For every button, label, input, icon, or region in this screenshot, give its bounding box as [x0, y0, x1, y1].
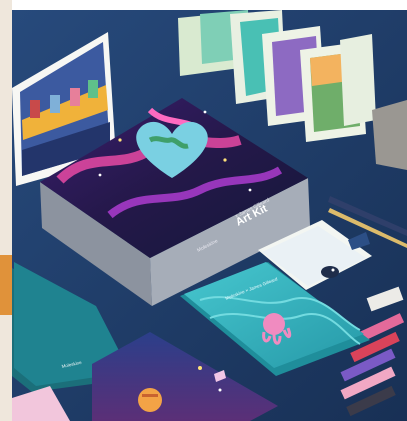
grey-pouch	[372, 100, 407, 170]
product-photo: Art Kit Moleskine × James Gilleard Moles…	[0, 0, 407, 421]
octopus-icon	[263, 313, 285, 335]
photo-stage: Art Kit Moleskine × James Gilleard Moles…	[0, 0, 407, 421]
